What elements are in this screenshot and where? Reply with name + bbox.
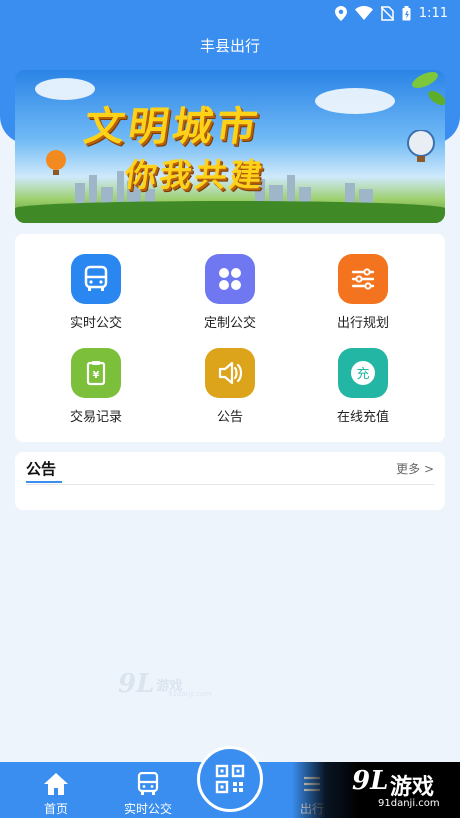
watermark-url: 91danji.com bbox=[378, 798, 440, 809]
four-petal-icon bbox=[205, 254, 255, 304]
grid-item-label: 出行规划 bbox=[336, 316, 389, 331]
notice-card: 公告 更多 > bbox=[15, 452, 445, 510]
watermark-logo: 9L 游戏 91danji.com bbox=[118, 669, 212, 699]
grid-item-label: 公告 bbox=[216, 410, 243, 425]
status-time: 1:11 bbox=[418, 5, 448, 21]
grid-item-realtime-bus[interactable]: 实时公交 bbox=[31, 254, 161, 344]
receipt-icon: ¥ bbox=[71, 348, 121, 398]
bus-icon bbox=[137, 772, 159, 796]
hot-air-balloon-icon bbox=[46, 150, 66, 175]
notice-title: 公告 bbox=[26, 460, 57, 478]
grid-item-label: 在线充值 bbox=[336, 410, 389, 425]
function-grid: 实时公交 定制公交 出行规划 ¥ 交易记录 公告 充 在线充值 bbox=[15, 234, 445, 442]
battery-icon bbox=[402, 5, 411, 21]
grid-item-trip-planning[interactable]: 出行规划 bbox=[298, 254, 428, 344]
cloud bbox=[35, 78, 95, 100]
wifi-icon bbox=[354, 6, 373, 20]
svg-text:¥: ¥ bbox=[93, 370, 100, 381]
home-icon bbox=[43, 772, 69, 796]
sliders-icon bbox=[338, 254, 388, 304]
more-link[interactable]: 更多 > bbox=[396, 460, 434, 477]
grid-item-online-recharge[interactable]: 充 在线充值 bbox=[298, 348, 428, 438]
divider bbox=[26, 484, 434, 485]
grid-item-announcement[interactable]: 公告 bbox=[165, 348, 295, 438]
banner-image[interactable]: 文明城市 你我共建 bbox=[15, 70, 445, 223]
grid-item-custom-bus[interactable]: 定制公交 bbox=[165, 254, 295, 344]
tab-realtime-bus[interactable]: 实时公交 bbox=[108, 762, 188, 818]
speaker-icon bbox=[205, 348, 255, 398]
grid-item-label: 实时公交 bbox=[69, 316, 122, 331]
tab-label: 首页 bbox=[43, 802, 68, 816]
watermark-logo-text: 9L bbox=[352, 766, 389, 796]
status-bar: 1:11 bbox=[0, 0, 460, 26]
page-title: 丰县出行 bbox=[199, 37, 260, 55]
notice-title-underline bbox=[26, 481, 62, 483]
grid-item-label: 定制公交 bbox=[203, 316, 256, 331]
tab-home[interactable]: 首页 bbox=[16, 762, 96, 818]
banner-headline: 文明城市 bbox=[81, 103, 264, 150]
location-icon bbox=[334, 5, 347, 21]
grid-item-label: 交易记录 bbox=[69, 410, 122, 425]
grid-item-transactions[interactable]: ¥ 交易记录 bbox=[31, 348, 161, 438]
hot-air-balloon-icon bbox=[407, 130, 435, 162]
no-sim-icon bbox=[380, 5, 394, 21]
qr-code-icon bbox=[215, 764, 245, 794]
corner-watermark: 9L 游戏 91danji.com bbox=[292, 762, 460, 818]
watermark-name: 游戏 bbox=[390, 775, 435, 800]
grass bbox=[15, 201, 445, 223]
svg-text:充: 充 bbox=[356, 366, 369, 382]
tab-label: 实时公交 bbox=[123, 802, 172, 816]
bus-icon bbox=[71, 254, 121, 304]
recharge-icon: 充 bbox=[338, 348, 388, 398]
banner-subheadline: 你我共建 bbox=[122, 156, 268, 194]
scan-qr-button[interactable] bbox=[197, 746, 263, 812]
